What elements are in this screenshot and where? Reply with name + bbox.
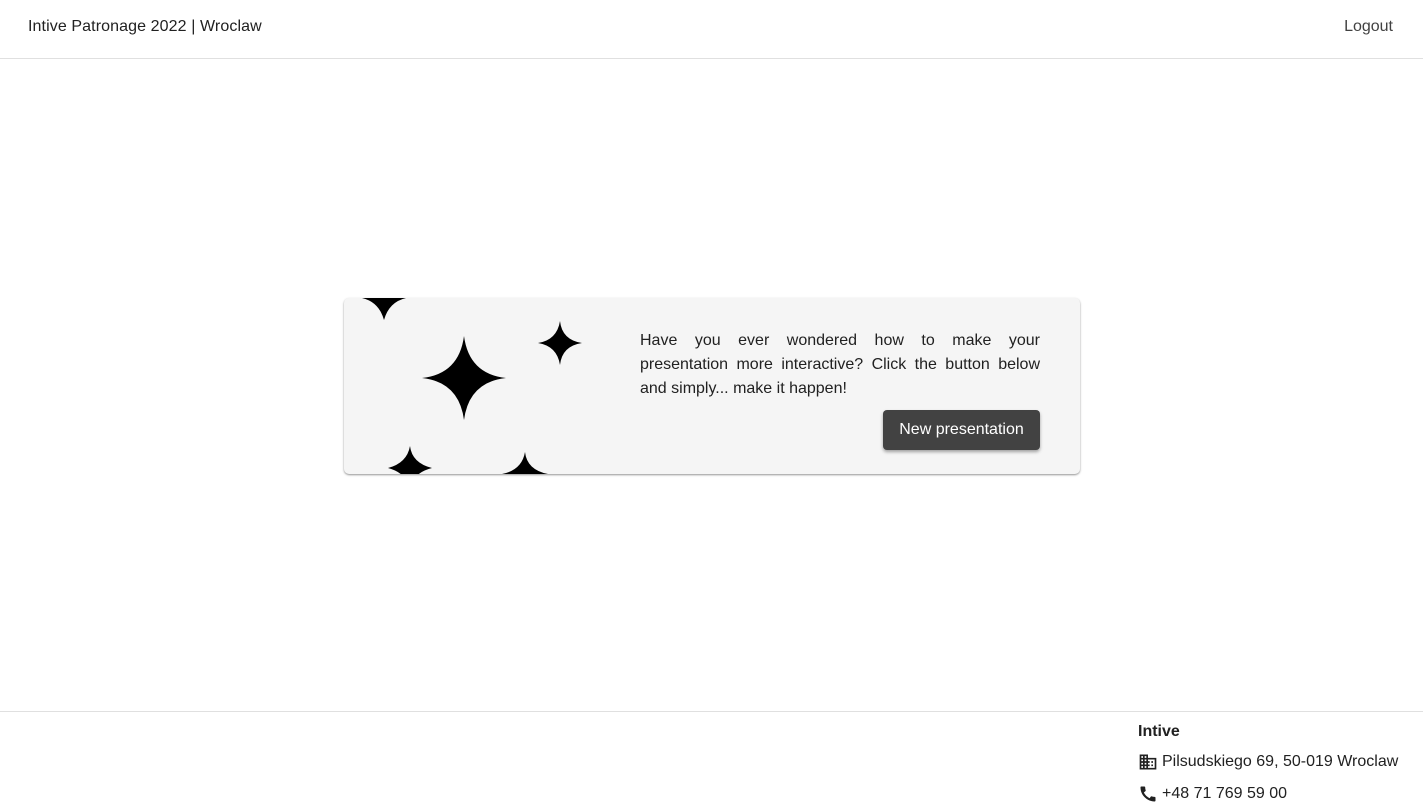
new-presentation-card: Have you ever wondered how to make your … — [344, 298, 1080, 474]
building-icon — [1139, 754, 1157, 770]
address-row: Pilsudskiego 69, 50-019 Wroclaw — [1138, 750, 1418, 774]
sparkle-star-small — [538, 321, 582, 365]
app-title: Intive Patronage 2022 | Wroclaw — [28, 18, 262, 35]
sparkle-star-bottom-right — [502, 452, 548, 474]
sparkle-star-bottom-left — [388, 446, 432, 474]
new-presentation-button[interactable]: New presentation — [883, 410, 1040, 450]
footer: Intive Pilsudskiego 69, 50-019 Wroclaw +… — [0, 711, 1423, 807]
address-text: Pilsudskiego 69, 50-019 Wroclaw — [1162, 753, 1399, 770]
phone-row: +48 71 769 59 00 — [1138, 782, 1418, 806]
logout-button[interactable]: Logout — [1344, 17, 1393, 37]
sparkle-star-top — [362, 298, 406, 320]
card-description: Have you ever wondered how to make your … — [640, 332, 1040, 397]
company-info: Intive Pilsudskiego 69, 50-019 Wroclaw +… — [1138, 722, 1418, 806]
app-header: Intive Patronage 2022 | Wroclaw Logout — [0, 0, 1423, 59]
sparkle-star-large — [422, 336, 506, 420]
phone-text: +48 71 769 59 00 — [1162, 785, 1288, 802]
sparkles-icon — [362, 298, 582, 474]
company-name: Intive — [1138, 723, 1180, 740]
phone-icon — [1140, 786, 1156, 802]
